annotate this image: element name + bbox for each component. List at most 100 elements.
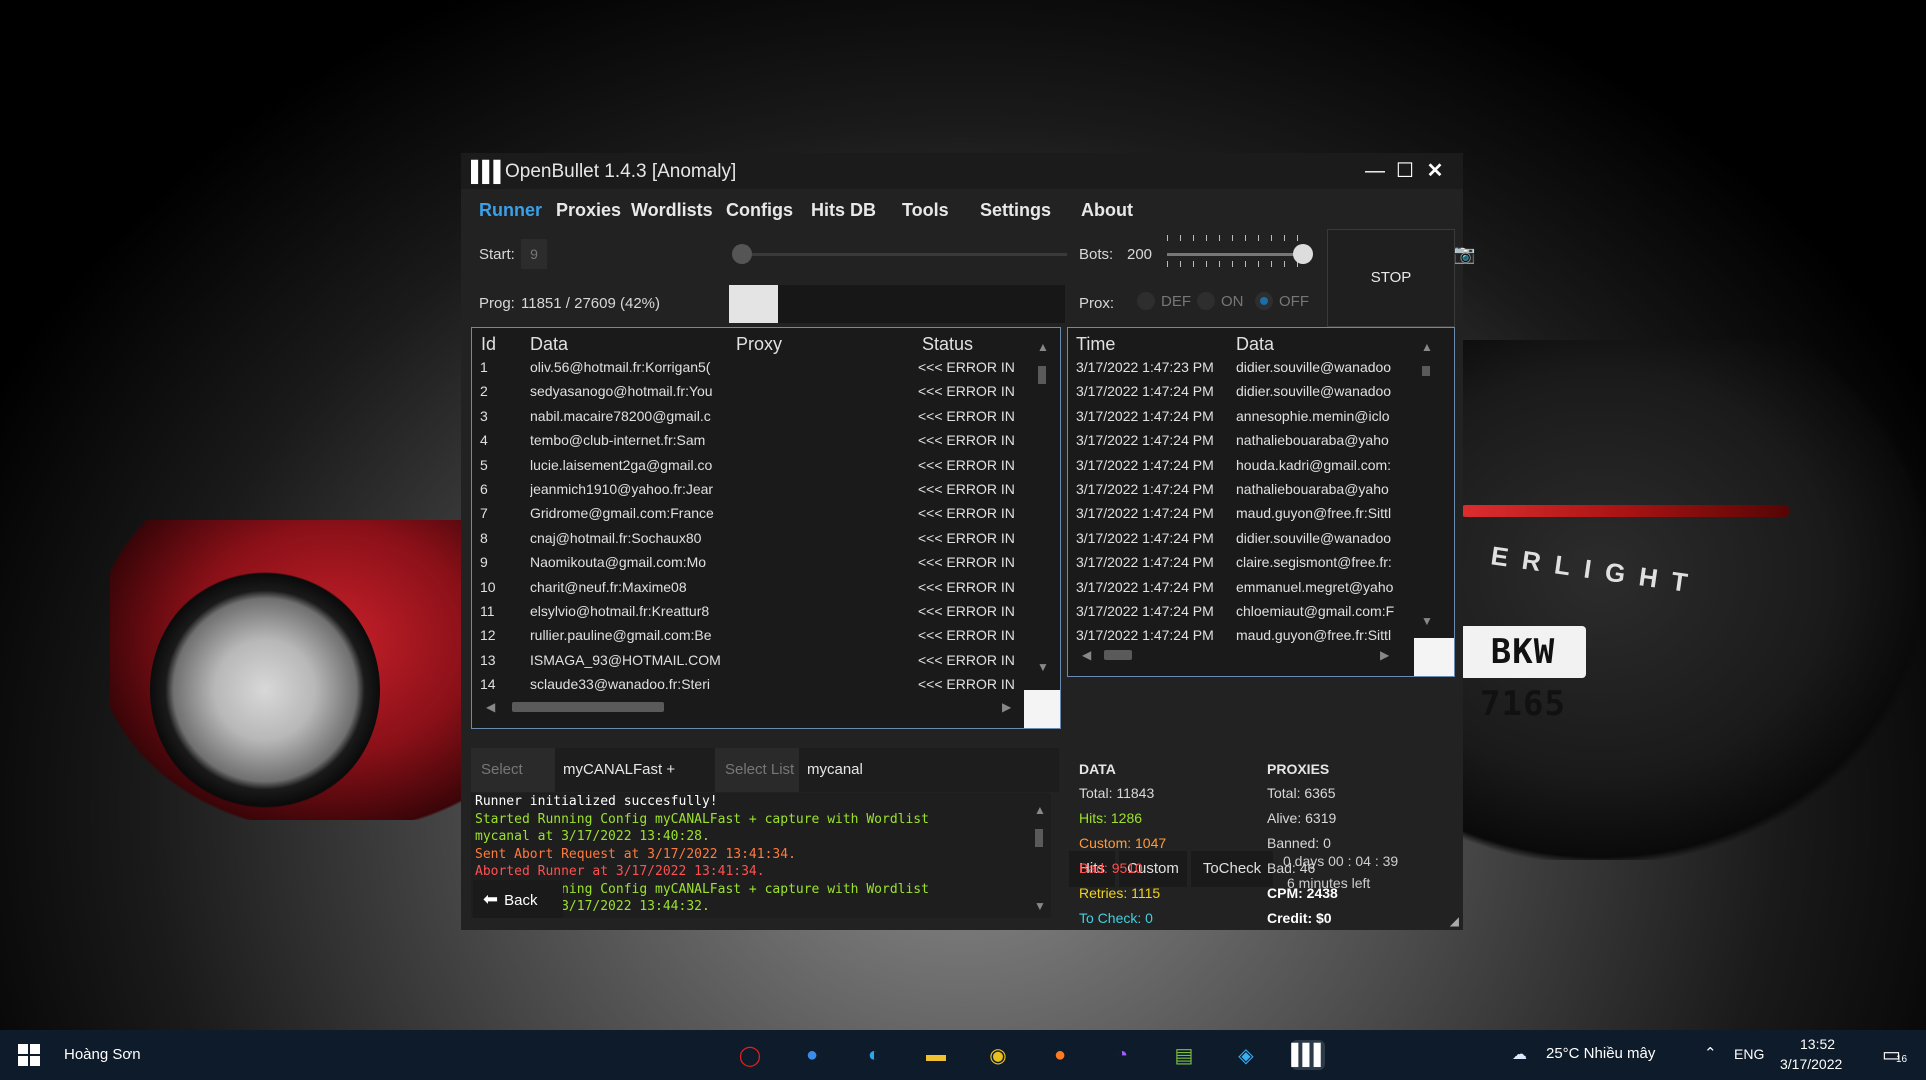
language-indicator[interactable]: ENG [1734,1046,1764,1062]
scroll-up-arrow-icon[interactable]: ▲ [1037,340,1049,354]
table-row[interactable]: 8 cnaj@hotmail.fr:Sochaux80 <<< ERROR IN [472,527,1032,551]
stop-button[interactable]: STOP [1327,229,1455,327]
taskbar-time[interactable]: 13:52 [1800,1036,1835,1052]
menu-hits-db[interactable]: Hits DB [811,200,876,221]
chevron-up-icon[interactable]: ⌃ [1704,1044,1717,1062]
notification-center-icon[interactable]: ▭ 16 [1882,1042,1908,1068]
table-row[interactable]: 3/17/2022 1:47:24 PM houda.kadri@gmail.co… [1068,454,1414,478]
weather-icon[interactable]: ☁ [1512,1045,1527,1063]
hit-data: annesophie.memin@iclo [1236,407,1390,424]
scroll-left-arrow-icon[interactable]: ◀ [1082,648,1091,662]
table-row[interactable]: 3/17/2022 1:47:24 PM didier.souville@wana… [1068,380,1414,404]
data-table-hscroll-thumb[interactable] [512,702,664,712]
menu-tools[interactable]: Tools [902,200,949,221]
bots-slider-track[interactable] [1167,253,1307,256]
column-header-status[interactable]: Status [922,334,973,355]
shield-app-icon[interactable]: ◈ [1229,1040,1263,1070]
column-header-proxy[interactable]: Proxy [736,334,782,355]
title-bar[interactable]: ▌▌▌ OpenBullet 1.4.3 [Anomaly] — ☐ ✕ [461,153,1463,189]
bots-slider-knob[interactable] [1293,244,1313,264]
chrome-icon[interactable]: ◉ [981,1040,1015,1070]
menu-configs[interactable]: Configs [726,200,793,221]
table-row[interactable]: 14 sclaude33@wanadoo.fr:Steri <<< ERROR IN [472,673,1032,697]
table-row[interactable]: 7 Gridrome@gmail.com:France <<< ERROR IN [472,502,1032,526]
notepad-icon[interactable]: ▤ [1167,1040,1201,1070]
hits-table-vscroll[interactable]: ▲ ▼ [1418,330,1434,630]
camera-icon[interactable]: 📷 [1453,244,1475,265]
firefox-icon[interactable]: ● [1043,1040,1077,1070]
scroll-up-arrow-icon[interactable]: ▲ [1034,803,1046,817]
prox-def-radio[interactable] [1137,292,1155,310]
credit-value: $0 [1316,910,1332,926]
table-row[interactable]: 5 lucie.laisement2ga@gmail.co <<< ERROR IN [472,454,1032,478]
menu-proxies[interactable]: Proxies [556,200,621,221]
menu-settings[interactable]: Settings [980,200,1051,221]
data-table-vscroll[interactable]: ▲ ▼ [1034,330,1050,680]
table-row[interactable]: 4 tembo@club-internet.fr:Sam <<< ERROR IN [472,429,1032,453]
row-data: elsylvio@hotmail.fr:Kreattur8 [530,603,710,619]
scroll-right-arrow-icon[interactable]: ▶ [1002,700,1011,714]
hits-table-hscroll-thumb[interactable] [1104,650,1132,660]
select-cfg-button[interactable]: Select CFG [471,748,555,822]
table-row[interactable]: 6 jeanmich1910@yahoo.fr:Jear <<< ERROR IN [472,478,1032,502]
taskbar-date[interactable]: 3/17/2022 [1780,1056,1842,1072]
table-row[interactable]: 3/17/2022 1:47:24 PM nathaliebouaraba@yah… [1068,429,1414,453]
table-row[interactable]: 3/17/2022 1:47:24 PM emmanuel.megret@yaho [1068,576,1414,600]
table-row[interactable]: 3/17/2022 1:47:24 PM chloemiaut@gmail.com… [1068,600,1414,624]
tab-tocheck[interactable]: ToCheck [1191,851,1273,887]
column-header-data[interactable]: Data [530,334,568,355]
start-input[interactable]: 9 [521,239,547,269]
menu-about[interactable]: About [1081,200,1133,221]
file-explorer-icon[interactable]: ▬ [919,1040,953,1070]
table-row[interactable]: 3/17/2022 1:47:24 PM maud.guyon@free.fr:S… [1068,624,1414,648]
table-row[interactable]: 10 charit@neuf.fr:Maxime08 <<< ERROR IN [472,576,1032,600]
scroll-down-arrow-icon[interactable]: ▼ [1421,614,1433,628]
table-row[interactable]: 3/17/2022 1:47:23 PM didier.souville@wana… [1068,356,1414,380]
table-row[interactable]: 3 nabil.macaire78200@gmail.c <<< ERROR IN [472,405,1032,429]
close-button[interactable]: ✕ [1421,157,1449,185]
bots-value: 200 [1127,246,1153,263]
weather-text[interactable]: 25°C Nhiều mây [1546,1045,1655,1062]
back-button[interactable]: ⬅ Back [473,880,563,918]
hits-table-vscroll-thumb[interactable] [1422,366,1430,376]
openbullet-icon[interactable]: ▌▌▌ [1291,1040,1328,1070]
windows-start-icon[interactable] [18,1044,40,1066]
resize-grip-icon[interactable]: ◢ [1450,914,1459,928]
minimize-button[interactable]: — [1361,157,1389,185]
messenger-icon[interactable]: ◔ [1105,1040,1139,1070]
firefox-dev-icon[interactable]: ● [795,1040,829,1070]
start-slider-knob[interactable] [732,244,752,264]
start-slider-track[interactable] [737,253,1067,256]
log-vscroll[interactable]: ▲ ▼ [1031,795,1047,915]
scroll-up-arrow-icon[interactable]: ▲ [1421,340,1433,354]
table-row[interactable]: 13 ISMAGA_93@HOTMAIL.COM <<< ERROR IN [472,649,1032,673]
table-row[interactable]: 11 elsylvio@hotmail.fr:Kreattur8 <<< ERROR… [472,600,1032,624]
scroll-right-arrow-icon[interactable]: ▶ [1380,648,1389,662]
table-row[interactable]: 2 sedyasanogo@hotmail.fr:You <<< ERROR IN [472,380,1032,404]
opera-icon[interactable]: ◯ [733,1040,767,1070]
scroll-down-arrow-icon[interactable]: ▼ [1034,899,1046,913]
table-row[interactable]: 3/17/2022 1:47:24 PM didier.souville@wana… [1068,527,1414,551]
column-header-hit-data[interactable]: Data [1236,334,1274,355]
log-vscroll-thumb[interactable] [1035,829,1043,847]
select-list-button[interactable]: Select List [715,748,799,792]
scroll-left-arrow-icon[interactable]: ◀ [486,700,495,714]
menu-runner[interactable]: Runner [479,200,542,221]
table-row[interactable]: 12 rullier.pauline@gmail.com:Be <<< ERROR … [472,624,1032,648]
scroll-down-arrow-icon[interactable]: ▼ [1037,660,1049,674]
prox-on-radio[interactable] [1197,292,1215,310]
table-row[interactable]: 3/17/2022 1:47:24 PM maud.guyon@free.fr:S… [1068,502,1414,526]
data-table-vscroll-thumb[interactable] [1038,366,1046,384]
column-header-id[interactable]: Id [481,334,496,355]
table-row[interactable]: 1 oliv.56@hotmail.fr:Korrigan5(<<< ERROR … [472,356,1032,380]
table-row[interactable]: 3/17/2022 1:47:24 PM claire.segismont@fre… [1068,551,1414,575]
prox-off-radio[interactable] [1255,292,1273,310]
table-row[interactable]: 3/17/2022 1:47:24 PM annesophie.memin@icl… [1068,405,1414,429]
edge-icon[interactable]: ◐ [857,1040,891,1070]
taskbar-user[interactable]: Hoàng Sơn [64,1046,141,1063]
table-row[interactable]: 3/17/2022 1:47:24 PM nathaliebouaraba@yah… [1068,478,1414,502]
column-header-time[interactable]: Time [1076,334,1115,355]
maximize-button[interactable]: ☐ [1391,157,1419,185]
table-row[interactable]: 9 Naomikouta@gmail.com:Mo <<< ERROR IN [472,551,1032,575]
menu-wordlists[interactable]: Wordlists [631,200,713,221]
